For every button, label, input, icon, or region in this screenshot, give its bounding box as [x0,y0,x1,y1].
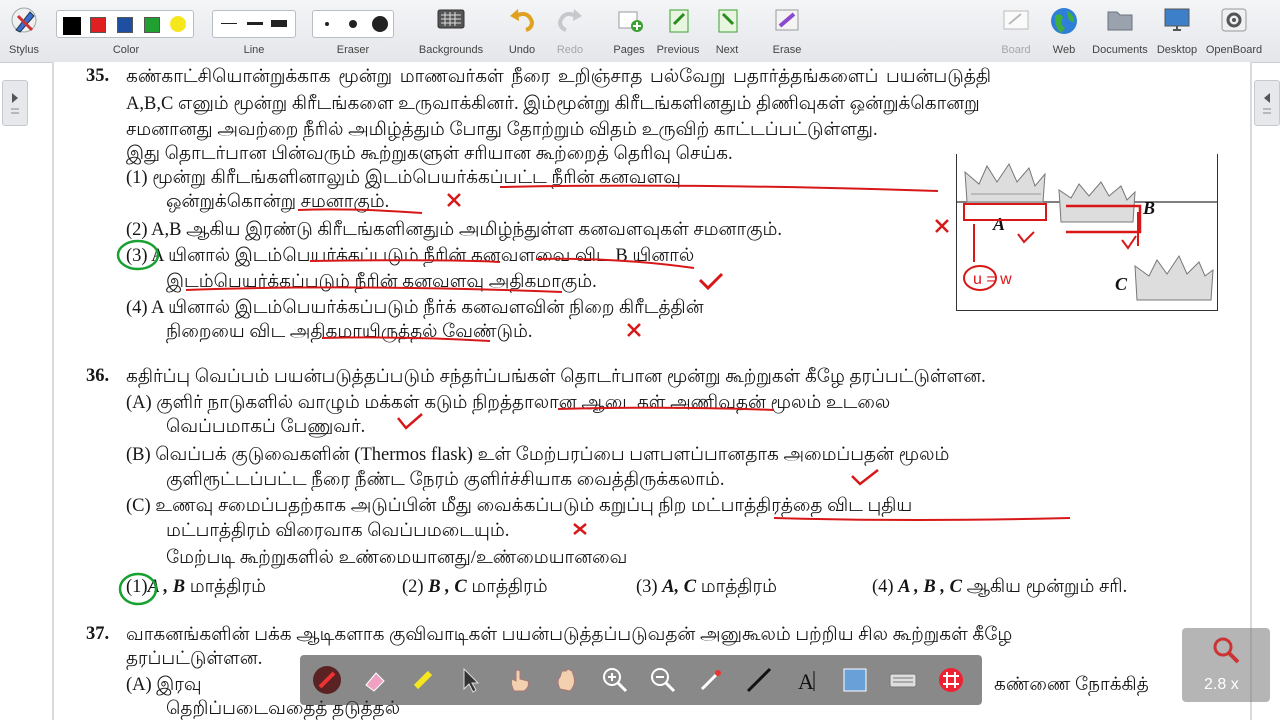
capture-tool-icon[interactable] [840,665,870,695]
keyboard-grid-icon [437,9,465,29]
chevron-left-icon [1263,93,1271,114]
board-button[interactable]: Board [996,0,1036,62]
color-swatches [56,10,194,38]
next-label: Next [715,44,739,56]
swatch-yellow[interactable] [170,16,186,32]
backgrounds-label: Backgrounds [418,44,484,56]
zoom-indicator[interactable]: 2.8 x [1182,628,1270,702]
floating-tools-bar: A [300,655,982,705]
monitor-icon [1164,8,1190,31]
svg-text:A: A [798,669,814,694]
eraser-small[interactable] [325,22,329,26]
add-page-icon [618,11,643,32]
swatch-black[interactable] [63,17,81,35]
zoom-out-icon[interactable] [648,665,678,695]
previous-page-icon [669,9,689,33]
highlighter-tool-icon[interactable] [408,665,438,695]
redo-label: Redo [556,44,584,56]
stylus-button[interactable]: Stylus [6,0,42,62]
globe-icon [1051,8,1077,34]
line-thin[interactable] [221,23,237,24]
pen-tool-icon[interactable] [312,665,342,695]
eraser-group: Eraser [312,0,394,62]
zoom-level: 2.8 x [1204,676,1239,693]
ink-note-u-w: u = w [973,271,1012,288]
eraser-large[interactable] [372,16,388,32]
next-page-icon [718,9,738,33]
undo-arrow-icon [510,9,535,32]
web-label: Web [1052,44,1076,56]
undo-label: Undo [508,44,536,56]
eraser-tool-icon[interactable] [360,665,390,695]
swatch-red[interactable] [90,17,106,33]
documents-button[interactable]: Documents [1090,0,1150,62]
line-medium[interactable] [247,22,263,25]
color-label: Color [112,44,140,56]
eraser-sizes [312,10,394,38]
color-group: Color [56,0,196,62]
settings-gear-icon [1221,8,1247,32]
undo-button[interactable]: Undo [502,0,542,62]
zoom-magnifier-icon [1213,637,1240,664]
stylus-label: Stylus [9,44,39,56]
desktop-button[interactable]: Desktop [1156,0,1198,62]
line-label: Line [243,44,265,56]
pages-button[interactable]: Pages [608,0,650,62]
previous-button[interactable]: Previous [654,0,702,62]
swatch-green[interactable] [144,17,160,33]
swatch-blue[interactable] [117,17,133,33]
eraser-medium[interactable] [349,20,357,28]
desktop-label: Desktop [1156,44,1198,56]
erase-board-icon [775,9,799,31]
erase-button[interactable]: Erase [766,0,808,62]
openboard-label: OpenBoard [1205,44,1263,56]
eraser-label: Eraser [336,44,370,56]
grid-hash-icon[interactable] [936,665,966,695]
backgrounds-button[interactable]: Backgrounds [414,0,488,62]
zoom-in-icon[interactable] [600,665,630,695]
openboard-button[interactable]: OpenBoard [1204,0,1264,62]
board-icon [1003,10,1029,30]
line-widths [212,10,296,38]
text-tool-icon[interactable]: A [792,665,822,695]
selector-arrow-icon[interactable] [456,665,486,695]
left-panel-toggle[interactable] [2,80,28,126]
previous-label: Previous [656,44,700,56]
line-group: Line [212,0,296,62]
folder-icon [1107,11,1133,31]
virtual-keyboard-icon[interactable] [888,665,918,695]
erase-label: Erase [772,44,802,56]
pages-label: Pages [613,44,645,56]
ink-annotations: u = w [116,184,1142,606]
line-tool-icon[interactable] [744,665,774,695]
stylus-icon [11,7,37,33]
next-button[interactable]: Next [708,0,746,62]
main-toolbar: Stylus Color Line Eraser Backgrounds Und… [0,0,1280,63]
line-thick[interactable] [271,20,287,27]
board-label: Board [1001,44,1031,56]
document-page: 35. கண்காட்சியொன்றுக்காக மூன்று மாணவர்கள… [52,62,1252,720]
pointer-hand-icon[interactable] [504,665,534,695]
drag-hand-icon[interactable] [552,665,582,695]
documents-label: Documents [1092,44,1148,56]
laser-pointer-icon[interactable] [696,665,726,695]
redo-arrow-icon [557,9,582,32]
redo-button[interactable]: Redo [550,0,590,62]
web-button[interactable]: Web [1044,0,1084,62]
right-panel-toggle[interactable] [1254,80,1280,126]
chevron-right-icon [11,93,19,114]
